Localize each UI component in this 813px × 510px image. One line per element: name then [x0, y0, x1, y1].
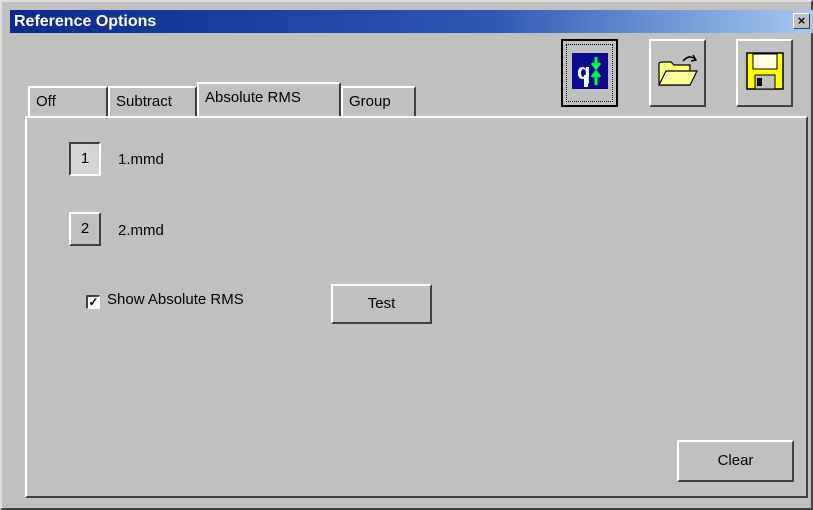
slot-1-number: 1 — [80, 150, 90, 167]
test-button[interactable]: Test — [331, 284, 432, 324]
slot-1-file-label: 1.mmd — [118, 151, 164, 168]
tab-group[interactable]: Group — [341, 86, 416, 116]
save-button[interactable] — [736, 39, 793, 107]
open-folder-icon — [656, 53, 700, 93]
slot-2-button[interactable]: 2 — [69, 212, 101, 246]
clear-button-label: Clear — [717, 452, 754, 469]
tab-off[interactable]: Off — [28, 86, 108, 116]
show-absolute-rms-checkbox[interactable]: ✓ — [86, 295, 100, 309]
slot-2-number: 2 — [80, 220, 90, 237]
reference-tool-button[interactable]: q — [561, 39, 618, 107]
slot-1-button[interactable]: 1 — [69, 142, 101, 176]
tab-off-label: Off — [36, 93, 56, 110]
tab-subtract[interactable]: Subtract — [108, 86, 197, 116]
floppy-disk-icon — [745, 52, 784, 94]
tab-absolute-rms[interactable]: Absolute RMS — [197, 82, 341, 116]
tab-subtract-label: Subtract — [116, 93, 172, 110]
absolute-rms-panel: 1 1.mmd 2 2.mmd ✓ Show Absolute RMS Test… — [25, 116, 808, 498]
close-icon[interactable]: × — [793, 13, 810, 29]
title-bar: Reference Options × — [10, 10, 813, 33]
slot-2-file-label: 2.mmd — [118, 222, 164, 239]
test-button-label: Test — [367, 295, 396, 312]
svg-text:q: q — [577, 59, 590, 84]
open-folder-button[interactable] — [649, 39, 706, 107]
clear-button[interactable]: Clear — [677, 440, 794, 482]
tab-absolute-rms-label: Absolute RMS — [205, 89, 301, 106]
window-title: Reference Options — [14, 13, 157, 30]
show-absolute-rms-label[interactable]: Show Absolute RMS — [107, 291, 244, 308]
reference-options-dialog: Reference Options × q Off Subtract Absol… — [0, 0, 813, 510]
reference-arrows-icon: q — [571, 53, 608, 93]
tab-group-label: Group — [349, 93, 391, 110]
